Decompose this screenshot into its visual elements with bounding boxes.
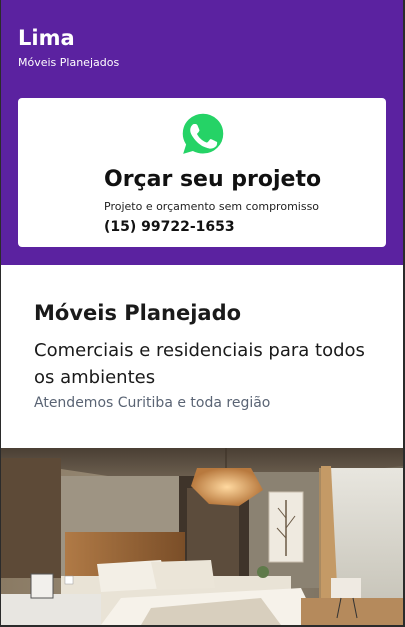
brand-subtitle: Móveis Planejados — [18, 56, 120, 69]
info-title: Móveis Planejado — [34, 301, 242, 325]
brand-title: Lima — [18, 26, 75, 50]
info-section: Móveis Planejado Comerciais e residencia… — [1, 265, 403, 448]
info-region: Atendemos Curitiba e toda região — [34, 395, 271, 411]
card-subtitle: Projeto e orçamento sem compromisso — [104, 200, 320, 213]
hero-section: Lima Móveis Planejados Orçar seu projeto… — [1, 0, 403, 265]
whatsapp-icon[interactable] — [179, 110, 227, 158]
bedroom-photo — [1, 448, 403, 625]
page: Lima Móveis Planejados Orçar seu projeto… — [1, 0, 403, 625]
quote-card[interactable]: Orçar seu projeto Projeto e orçamento se… — [18, 98, 386, 247]
info-description: Comerciais e residenciais para todos os … — [34, 340, 365, 388]
phone-number[interactable]: (15) 99722-1653 — [104, 218, 235, 236]
card-title: Orçar seu projeto — [104, 167, 322, 192]
